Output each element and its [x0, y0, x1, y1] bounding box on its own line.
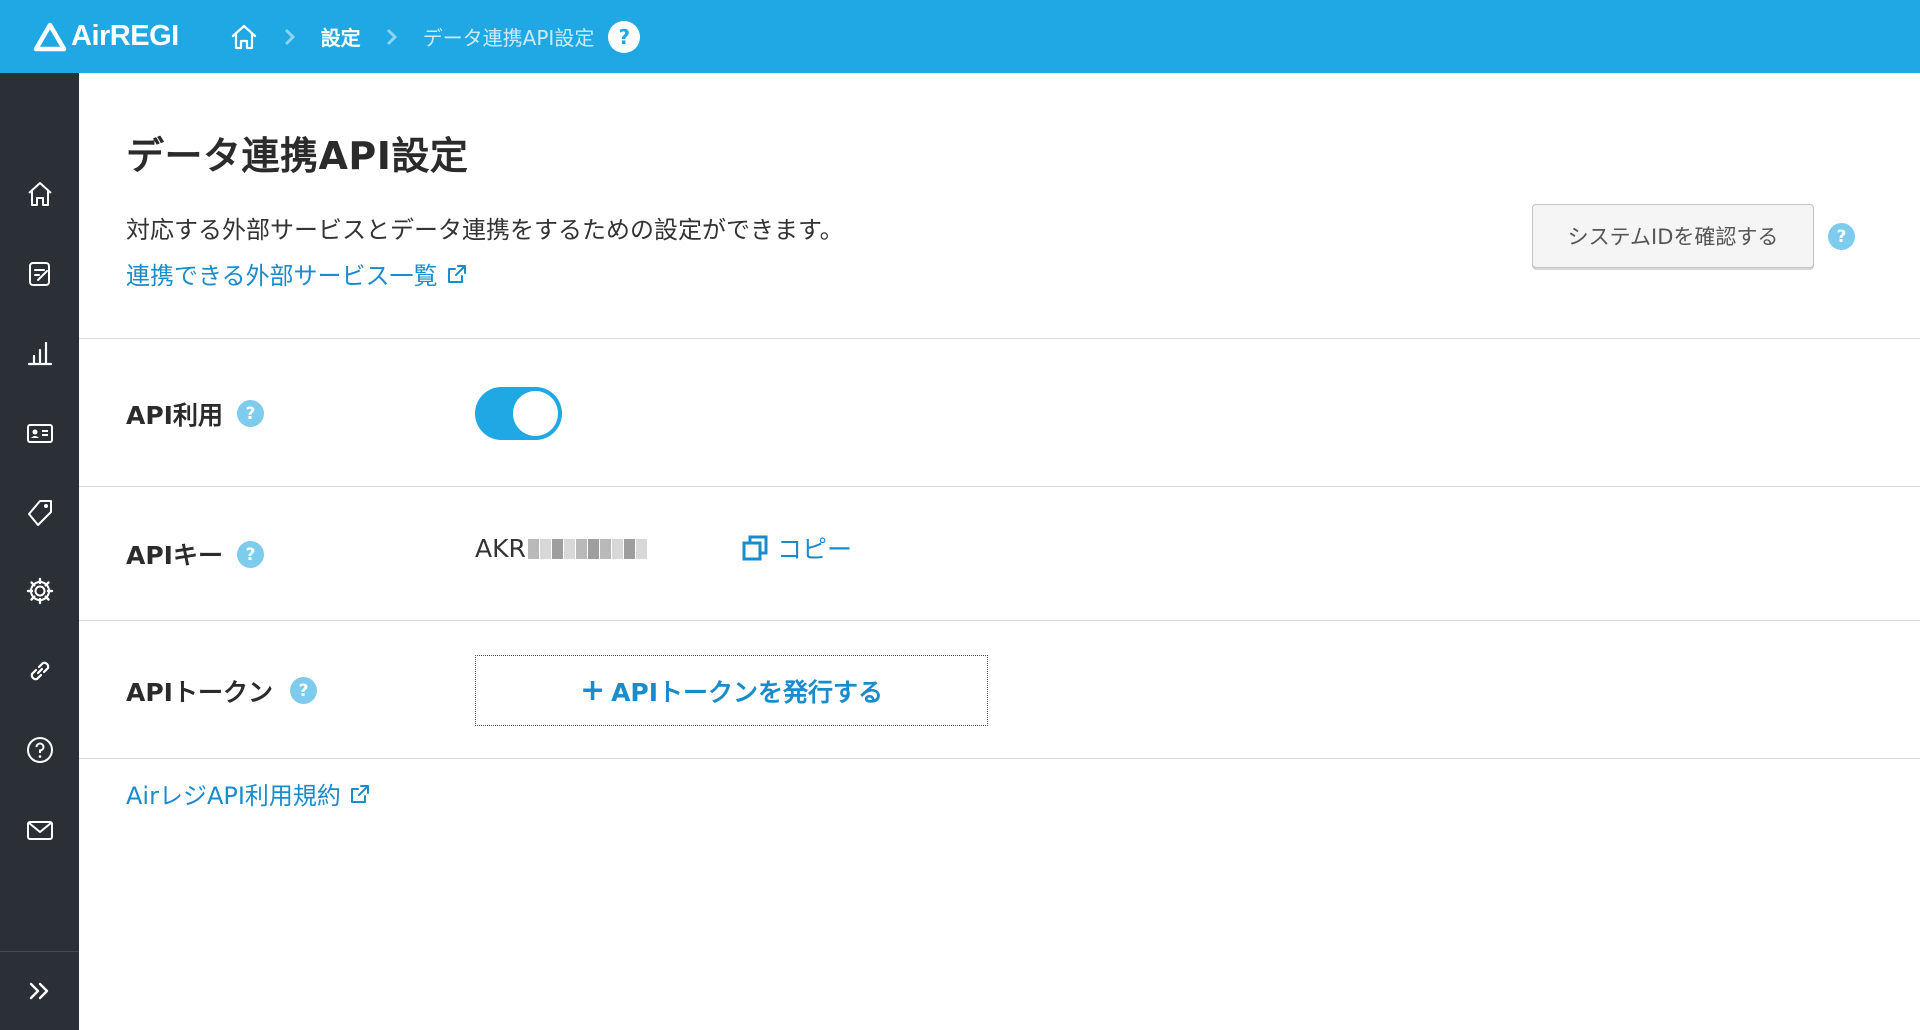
copy-api-key-button[interactable]: コピー	[740, 530, 852, 566]
header-help-button[interactable]: ?	[608, 20, 641, 53]
edit-note-icon[interactable]	[22, 256, 58, 292]
logo-triangle-icon	[33, 22, 67, 51]
issue-api-token-button[interactable]: + APIトークンを発行する	[475, 655, 988, 726]
bar-chart-icon[interactable]	[22, 335, 58, 371]
plus-icon: +	[579, 673, 606, 708]
external-services-link-label: 連携できる外部サービス一覧	[126, 262, 438, 290]
page-title: データ連携API設定	[126, 134, 469, 178]
mail-icon[interactable]	[22, 812, 58, 848]
api-token-label: APIトークン	[126, 678, 273, 707]
home-icon[interactable]	[22, 176, 58, 212]
divider	[79, 486, 1920, 487]
copy-label: コピー	[777, 535, 853, 564]
api-usage-label: API利用	[126, 401, 223, 430]
home-icon	[231, 24, 256, 49]
breadcrumb: 設定 データ連携API設定 ?	[229, 20, 641, 53]
breadcrumb-home[interactable]	[229, 22, 259, 52]
divider	[79, 620, 1920, 621]
divider	[79, 338, 1920, 339]
main-content: データ連携API設定 対応する外部サービスとデータ連携をするための設定ができます…	[79, 73, 1920, 1030]
help-circle-icon[interactable]	[22, 732, 58, 768]
external-link-icon	[350, 784, 369, 803]
api-terms-link-label: AirレジAPI利用規約	[126, 782, 341, 810]
external-link-icon	[447, 264, 466, 283]
chevron-right-icon	[385, 28, 399, 46]
breadcrumb-settings[interactable]: 設定	[321, 22, 361, 51]
sidebar-expand-button[interactable]	[0, 951, 79, 1030]
copy-icon	[742, 535, 768, 561]
divider	[79, 758, 1920, 759]
logo-text: AirREGI	[71, 20, 179, 52]
api-token-help-icon[interactable]: ?	[290, 677, 317, 704]
api-key-value: AKR	[475, 534, 648, 563]
api-usage-toggle[interactable]	[475, 387, 562, 440]
chevron-right-icon	[283, 28, 297, 46]
api-key-redacted	[527, 538, 648, 559]
contact-card-icon[interactable]	[22, 415, 58, 451]
api-usage-help-icon[interactable]: ?	[237, 400, 264, 427]
external-services-link[interactable]: 連携できる外部サービス一覧	[126, 256, 468, 291]
link-icon[interactable]	[22, 653, 58, 689]
toggle-knob	[513, 391, 558, 436]
system-id-help-icon[interactable]: ?	[1828, 223, 1855, 250]
api-key-prefix: AKR	[475, 534, 526, 563]
api-key-label: APIキー	[126, 541, 223, 570]
api-key-help-icon[interactable]: ?	[237, 541, 264, 568]
breadcrumb-current: データ連携API設定	[422, 26, 595, 50]
top-header: AirREGI 設定 データ連携API設定 ?	[0, 0, 1920, 73]
airregi-logo[interactable]: AirREGI	[33, 20, 179, 53]
api-terms-link[interactable]: AirレジAPI利用規約	[126, 776, 371, 811]
tag-icon[interactable]	[22, 494, 58, 530]
check-system-id-button[interactable]: システムIDを確認する	[1532, 204, 1814, 268]
sidebar	[0, 73, 79, 1030]
gear-icon[interactable]	[22, 573, 58, 609]
page-description: 対応する外部サービスとデータ連携をするための設定ができます。	[126, 216, 844, 244]
issue-api-token-label: APIトークンを発行する	[611, 677, 884, 707]
double-chevron-right-icon	[29, 982, 48, 1000]
